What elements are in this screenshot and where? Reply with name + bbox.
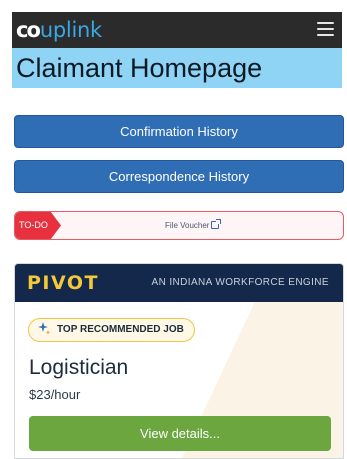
top-nav-bar: couplink (12, 12, 342, 48)
view-details-button[interactable]: View details... (29, 416, 331, 451)
file-voucher-label: File Voucher (165, 221, 210, 230)
sparkle-icon (38, 322, 51, 335)
job-pay: $23/hour (29, 387, 81, 402)
external-link-icon (211, 219, 222, 229)
logo-brand: uplink (39, 18, 102, 42)
pivot-header: PIVOT AN INDIANA WORKFORCE ENGINE (15, 264, 343, 302)
logo-prefix: co (16, 18, 41, 42)
job-title: Logistician (29, 356, 129, 379)
page-header: Claimant Homepage (12, 48, 342, 88)
todo-banner: TO-DO File Voucher (14, 211, 344, 240)
confirmation-history-button[interactable]: Confirmation History (14, 115, 344, 148)
top-recommended-badge: TOP RECOMMENDED JOB (28, 318, 195, 342)
pivot-job-card: PIVOT AN INDIANA WORKFORCE ENGINE TOP RE… (14, 263, 344, 459)
file-voucher-link[interactable]: File Voucher (165, 212, 222, 239)
hamburger-icon[interactable] (317, 22, 334, 36)
page-title: Claimant Homepage (16, 53, 263, 83)
uplink-logo[interactable]: couplink (16, 18, 102, 42)
correspondence-history-button[interactable]: Correspondence History (14, 160, 344, 193)
pivot-tagline: AN INDIANA WORKFORCE ENGINE (151, 277, 329, 288)
todo-tag: TO-DO (15, 212, 61, 239)
badge-label: TOP RECOMMENDED JOB (57, 324, 184, 335)
pivot-logo: PIVOT (27, 272, 99, 294)
